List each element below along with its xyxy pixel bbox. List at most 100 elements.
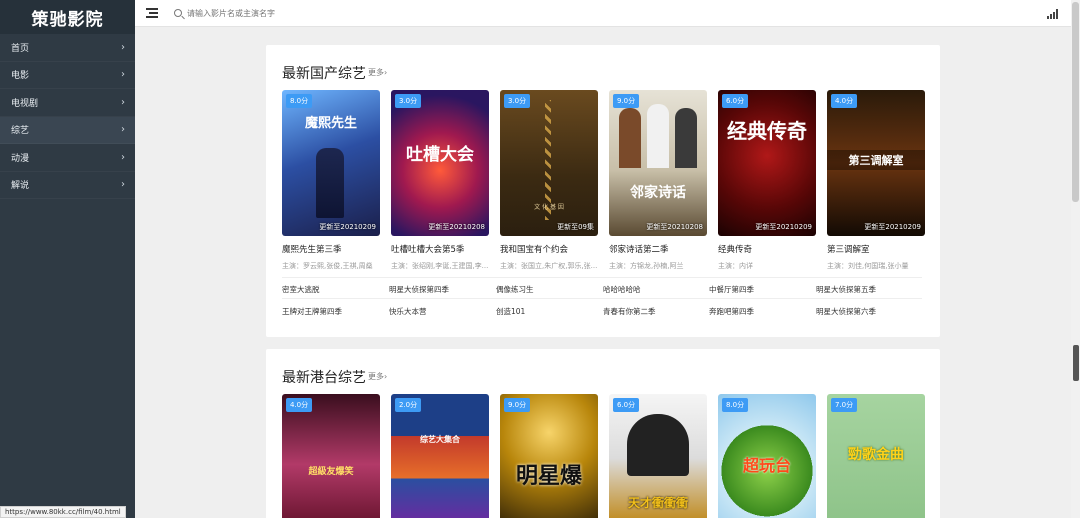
poster-image[interactable]: 第三调解室 4.0分 更新至20210209 xyxy=(827,90,925,236)
show-link[interactable]: 密室大逃脱 xyxy=(282,284,320,295)
poster-image[interactable]: 文 化 基 因 3.0分 更新至09集 xyxy=(500,90,598,236)
show-link[interactable]: 明星大侦探第六季 xyxy=(816,306,876,317)
video-card[interactable]: 超級友爆笑 4.0分 xyxy=(282,394,380,518)
search-input[interactable] xyxy=(187,8,487,18)
sidebar-item-variety[interactable]: 综艺 › xyxy=(0,116,135,144)
card-cast: 主演：内详 xyxy=(718,262,753,270)
poster-image[interactable]: 勁歌金曲 7.0分 xyxy=(827,394,925,518)
poster-image[interactable]: 超玩台 8.0分 xyxy=(718,394,816,518)
poster-image[interactable]: 天才衝衝衝 6.0分 xyxy=(609,394,707,518)
poster-title: 勁歌金曲 xyxy=(848,447,904,463)
update-label: 更新至20210208 xyxy=(428,223,485,231)
side-tab-handle[interactable] xyxy=(1073,345,1079,381)
rating-badge: 2.0分 xyxy=(395,398,422,412)
video-card[interactable]: 经典传奇 6.0分 更新至20210209 经典传奇 主演：内详 xyxy=(718,90,816,271)
sidebar-item-label: 电视剧 xyxy=(11,98,39,109)
section-title: 最新港台综艺 xyxy=(282,370,366,386)
main-content: 最新国产综艺 更多› 魔熙先生 8.0分 更新至20210209 魔熙先生第三季… xyxy=(135,27,1071,518)
rating-badge: 8.0分 xyxy=(286,94,313,108)
sidebar-item-label: 综艺 xyxy=(11,126,30,137)
card-cast: 主演：罗云熙,张俊,王祺,周燊 xyxy=(282,262,373,270)
video-card[interactable]: 综艺大集合 2.0分 xyxy=(391,394,489,518)
browser-status-bar: https://www.80kk.cc/film/40.html xyxy=(0,506,126,518)
poster-image[interactable]: 明星爆 9.0分 xyxy=(500,394,598,518)
video-card[interactable]: 勁歌金曲 7.0分 xyxy=(827,394,925,518)
more-link[interactable]: 更多› xyxy=(368,67,387,78)
card-title[interactable]: 魔熙先生第三季 xyxy=(282,243,380,255)
divider xyxy=(282,277,922,278)
poster-image[interactable]: 经典传奇 6.0分 更新至20210209 xyxy=(718,90,816,236)
card-cast: 主演：张国立,朱广权,郭乐,张... xyxy=(500,262,598,270)
divider xyxy=(282,298,922,299)
poster-image[interactable]: 邻家诗话 9.0分 更新至20210208 xyxy=(609,90,707,236)
poster-title: 天才衝衝衝 xyxy=(627,496,688,510)
search-icon[interactable] xyxy=(174,9,182,17)
show-link[interactable]: 创造101 xyxy=(496,306,525,317)
video-card[interactable]: 天才衝衝衝 6.0分 xyxy=(609,394,707,518)
poster-title: 吐槽大会 xyxy=(406,145,474,165)
sidebar-item-anime[interactable]: 动漫 › xyxy=(0,144,135,172)
rating-badge: 3.0分 xyxy=(504,94,531,108)
chevron-right-icon: › xyxy=(121,179,125,191)
rating-badge: 3.0分 xyxy=(395,94,422,108)
poster-image[interactable]: 超級友爆笑 4.0分 xyxy=(282,394,380,518)
show-link[interactable]: 青春有你第二季 xyxy=(603,306,656,317)
show-link[interactable]: 明星大侦探第四季 xyxy=(389,284,449,295)
show-link[interactable]: 偶像练习生 xyxy=(496,284,534,295)
video-card[interactable]: 魔熙先生 8.0分 更新至20210209 魔熙先生第三季 主演：罗云熙,张俊,… xyxy=(282,90,380,271)
video-card[interactable]: 邻家诗话 9.0分 更新至20210208 邻家诗话第二季 主演：方锦龙,孙楠,… xyxy=(609,90,707,271)
menu-toggle-icon[interactable] xyxy=(146,8,160,18)
more-link[interactable]: 更多› xyxy=(368,371,387,382)
card-title[interactable]: 邻家诗话第二季 xyxy=(609,243,707,255)
poster-title: 经典传奇 xyxy=(727,119,807,143)
video-card[interactable]: 吐槽大会 3.0分 更新至20210208 吐槽吐槽大会第5季 主演：张绍刚,李… xyxy=(391,90,489,271)
poster-image[interactable]: 吐槽大会 3.0分 更新至20210208 xyxy=(391,90,489,236)
sidebar-item-tv[interactable]: 电视剧 › xyxy=(0,89,135,117)
video-card[interactable]: 文 化 基 因 3.0分 更新至09集 我和国宝有个约会 主演：张国立,朱广权,… xyxy=(500,90,598,271)
scrollbar-thumb[interactable] xyxy=(1072,2,1079,202)
show-link[interactable]: 快乐大本营 xyxy=(389,306,427,317)
poster-title: 明星爆 xyxy=(515,464,582,489)
section-hktw-variety: 最新港台综艺 更多› 超級友爆笑 4.0分 综艺大集合 2.0分 明星爆 9.0… xyxy=(266,349,940,518)
signal-icon[interactable] xyxy=(1047,9,1060,19)
video-card[interactable]: 第三调解室 4.0分 更新至20210209 第三调解室 主演：刘佳,何国瑞,张… xyxy=(827,90,925,271)
poster-image[interactable]: 综艺大集合 2.0分 xyxy=(391,394,489,518)
sidebar-item-label: 解说 xyxy=(11,181,30,192)
sidebar-item-label: 电影 xyxy=(11,71,30,82)
chevron-right-icon: › xyxy=(121,124,125,136)
video-card[interactable]: 明星爆 9.0分 xyxy=(500,394,598,518)
update-label: 更新至20210209 xyxy=(319,223,376,231)
card-title[interactable]: 吐槽吐槽大会第5季 xyxy=(391,243,489,255)
update-label: 更新至20210209 xyxy=(864,223,921,231)
sidebar-item-commentary[interactable]: 解说 › xyxy=(0,172,135,199)
card-title[interactable]: 经典传奇 xyxy=(718,243,816,255)
rating-badge: 8.0分 xyxy=(722,398,749,412)
sidebar-item-home[interactable]: 首页 › xyxy=(0,34,135,62)
topbar xyxy=(135,0,1080,27)
poster-image[interactable]: 魔熙先生 8.0分 更新至20210209 xyxy=(282,90,380,236)
poster-title: 超級友爆笑 xyxy=(308,467,354,477)
poster-title: 第三调解室 xyxy=(827,150,925,170)
card-cast: 主演：方锦龙,孙楠,阿兰 xyxy=(609,262,684,270)
rating-badge: 6.0分 xyxy=(722,94,749,108)
card-title[interactable]: 第三调解室 xyxy=(827,243,925,255)
site-logo[interactable]: 策驰影院 xyxy=(0,0,135,34)
poster-title: 魔熙先生 xyxy=(304,116,357,131)
update-label: 更新至09集 xyxy=(557,223,594,231)
show-link[interactable]: 中餐厅第四季 xyxy=(709,284,754,295)
show-link[interactable]: 奔跑吧第四季 xyxy=(709,306,754,317)
chevron-right-icon: › xyxy=(121,69,125,81)
card-title[interactable]: 我和国宝有个约会 xyxy=(500,243,598,255)
show-link[interactable]: 王牌对王牌第四季 xyxy=(282,306,342,317)
video-card[interactable]: 超玩台 8.0分 xyxy=(718,394,816,518)
show-link[interactable]: 明星大侦探第五季 xyxy=(816,284,876,295)
poster-title: 超玩台 xyxy=(742,456,791,475)
sidebar-item-movies[interactable]: 电影 › xyxy=(0,62,135,89)
poster-title: 文 化 基 因 xyxy=(534,204,564,211)
rating-badge: 4.0分 xyxy=(286,398,313,412)
update-label: 更新至20210209 xyxy=(755,223,812,231)
sidebar-item-label: 首页 xyxy=(11,43,30,54)
page-scrollbar[interactable] xyxy=(1071,0,1080,518)
poster-title: 邻家诗话 xyxy=(630,185,686,201)
show-link[interactable]: 哈哈哈哈哈 xyxy=(603,284,641,295)
